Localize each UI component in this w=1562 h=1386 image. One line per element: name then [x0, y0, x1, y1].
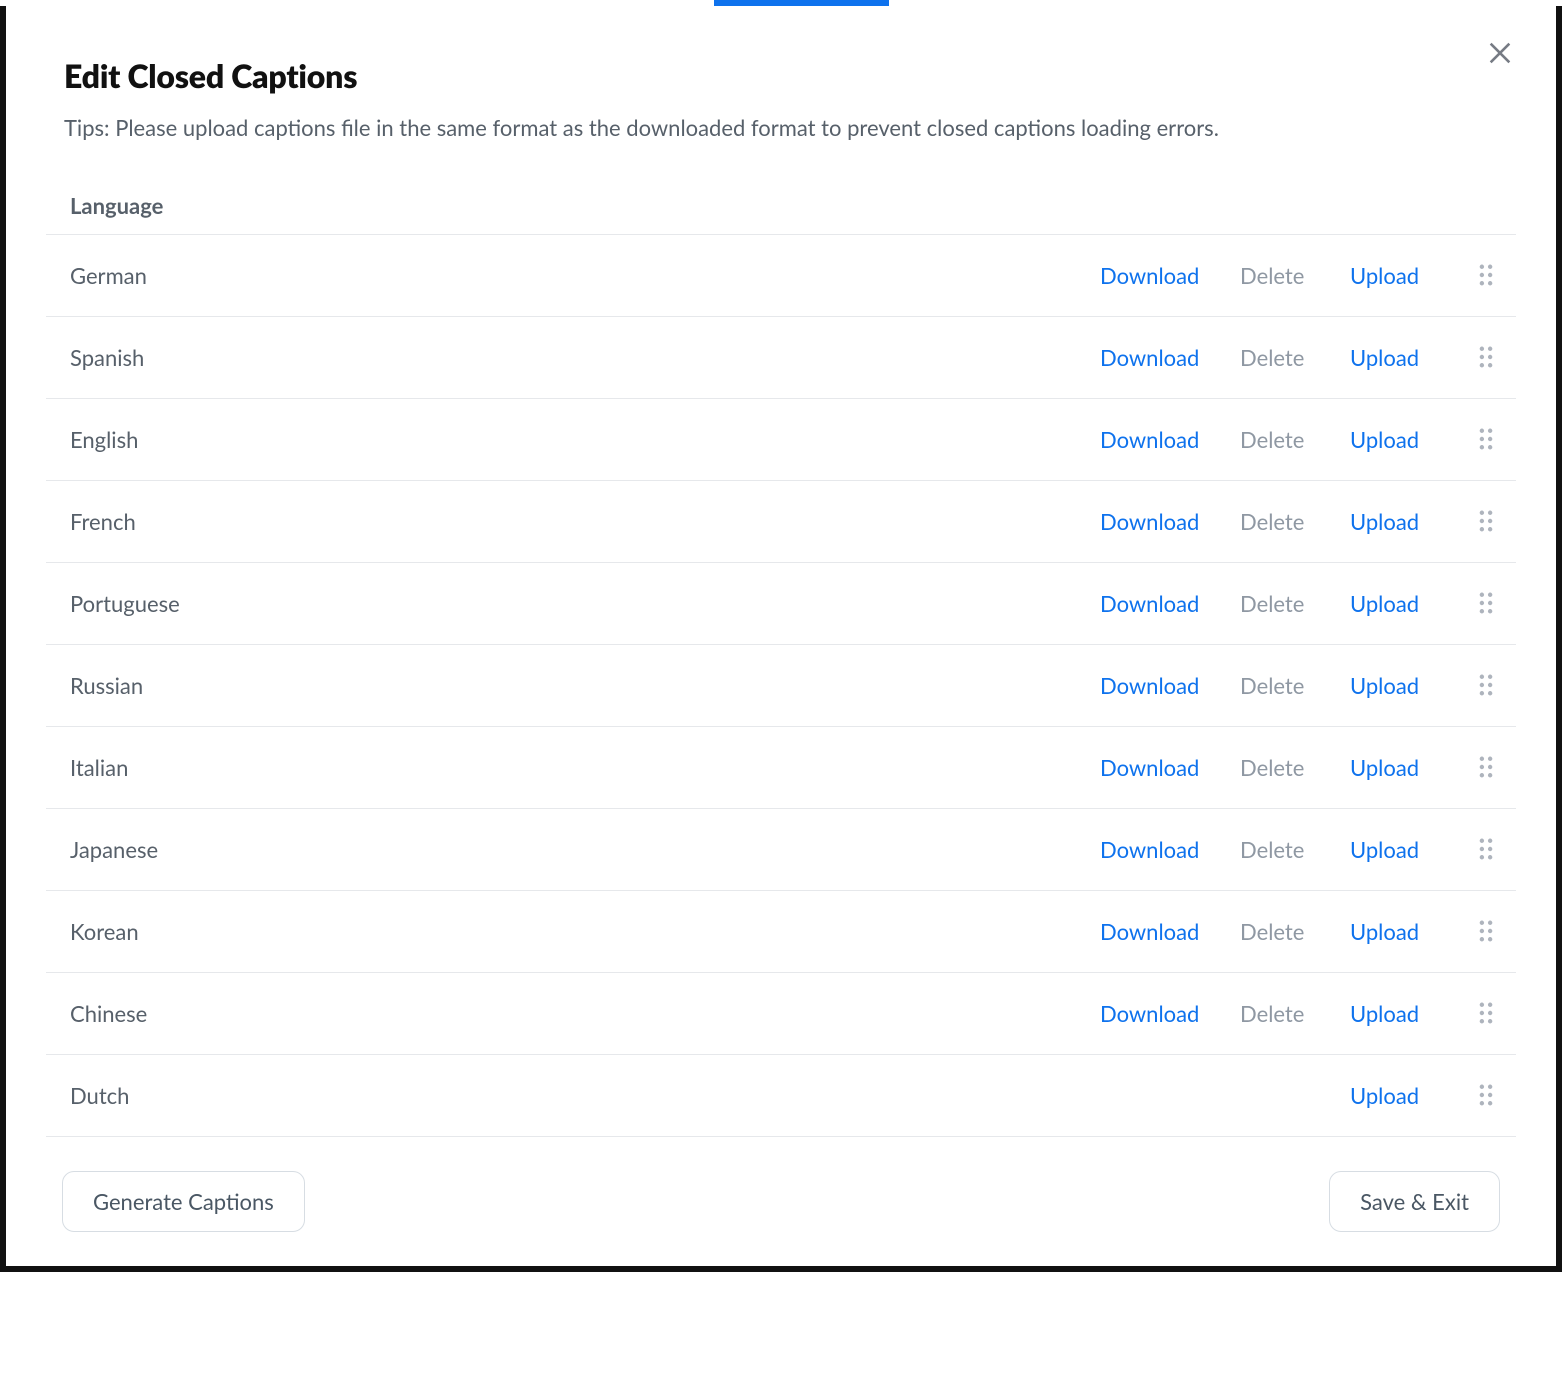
- upload-button[interactable]: Upload: [1350, 508, 1419, 535]
- delete-button: Delete: [1240, 262, 1304, 289]
- generate-captions-button[interactable]: Generate Captions: [62, 1171, 305, 1232]
- table-row-1: Spanish Download Delete Upload: [46, 317, 1516, 399]
- upload-button[interactable]: Upload: [1350, 1000, 1419, 1027]
- captions-table: Language German Download Delete Upload S…: [46, 177, 1516, 1137]
- close-icon: [1486, 39, 1514, 70]
- language-cell: Korean: [70, 918, 1100, 945]
- table-row-3: French Download Delete Upload: [46, 481, 1516, 563]
- row-actions: Download Delete Upload: [1100, 262, 1502, 289]
- drag-handle-icon[interactable]: [1479, 264, 1493, 286]
- delete-button: Delete: [1240, 508, 1304, 535]
- table-row-7: Japanese Download Delete Upload: [46, 809, 1516, 891]
- download-button[interactable]: Download: [1100, 1000, 1199, 1027]
- row-actions: Download Delete Upload: [1100, 836, 1502, 863]
- download-button[interactable]: Download: [1100, 508, 1199, 535]
- save-exit-button[interactable]: Save & Exit: [1329, 1171, 1500, 1232]
- upload-button[interactable]: Upload: [1350, 344, 1419, 371]
- drag-handle-icon[interactable]: [1479, 592, 1493, 614]
- drag-handle-icon[interactable]: [1479, 674, 1493, 696]
- upload-button[interactable]: Upload: [1350, 836, 1419, 863]
- row-actions: Upload: [1100, 1082, 1502, 1109]
- drag-handle-icon[interactable]: [1479, 510, 1493, 532]
- drag-handle-icon[interactable]: [1479, 920, 1493, 942]
- modal-inner: Edit Closed Captions Tips: Please upload…: [6, 6, 1556, 1266]
- language-cell: Russian: [70, 672, 1100, 699]
- close-button[interactable]: [1480, 34, 1520, 74]
- download-button[interactable]: Download: [1100, 426, 1199, 453]
- drag-handle-icon[interactable]: [1479, 1084, 1493, 1106]
- row-actions: Download Delete Upload: [1100, 754, 1502, 781]
- drag-handle-icon[interactable]: [1479, 346, 1493, 368]
- modal-title: Edit Closed Captions: [64, 56, 1516, 95]
- delete-button: Delete: [1240, 344, 1304, 371]
- drag-handle-icon[interactable]: [1479, 428, 1493, 450]
- table-row-5: Russian Download Delete Upload: [46, 645, 1516, 727]
- table-row-8: Korean Download Delete Upload: [46, 891, 1516, 973]
- table-header: Language: [46, 177, 1516, 235]
- modal: Edit Closed Captions Tips: Please upload…: [0, 6, 1562, 1272]
- drag-handle-icon[interactable]: [1479, 1002, 1493, 1024]
- language-cell: Japanese: [70, 836, 1100, 863]
- delete-button: Delete: [1240, 754, 1304, 781]
- upload-button[interactable]: Upload: [1350, 672, 1419, 699]
- upload-button[interactable]: Upload: [1350, 590, 1419, 617]
- delete-button: Delete: [1240, 426, 1304, 453]
- row-actions: Download Delete Upload: [1100, 508, 1502, 535]
- language-cell: French: [70, 508, 1100, 535]
- row-actions: Download Delete Upload: [1100, 426, 1502, 453]
- drag-handle-icon[interactable]: [1479, 756, 1493, 778]
- download-button[interactable]: Download: [1100, 262, 1199, 289]
- upload-button[interactable]: Upload: [1350, 754, 1419, 781]
- language-cell: Spanish: [70, 344, 1100, 371]
- language-cell: Italian: [70, 754, 1100, 781]
- row-actions: Download Delete Upload: [1100, 918, 1502, 945]
- modal-footer: Generate Captions Save & Exit: [46, 1137, 1516, 1236]
- delete-button: Delete: [1240, 836, 1304, 863]
- row-actions: Download Delete Upload: [1100, 590, 1502, 617]
- download-button[interactable]: Download: [1100, 672, 1199, 699]
- download-button[interactable]: Download: [1100, 590, 1199, 617]
- upload-button[interactable]: Upload: [1350, 262, 1419, 289]
- delete-button: Delete: [1240, 1000, 1304, 1027]
- delete-button: Delete: [1240, 590, 1304, 617]
- language-cell: Chinese: [70, 1000, 1100, 1027]
- column-header-language: Language: [70, 192, 1502, 219]
- row-actions: Download Delete Upload: [1100, 344, 1502, 371]
- upload-button[interactable]: Upload: [1350, 918, 1419, 945]
- delete-button: Delete: [1240, 918, 1304, 945]
- table-row-2: English Download Delete Upload: [46, 399, 1516, 481]
- download-button[interactable]: Download: [1100, 344, 1199, 371]
- table-row-4: Portuguese Download Delete Upload: [46, 563, 1516, 645]
- upload-button[interactable]: Upload: [1350, 426, 1419, 453]
- download-button[interactable]: Download: [1100, 918, 1199, 945]
- table-row-9: Chinese Download Delete Upload: [46, 973, 1516, 1055]
- row-actions: Download Delete Upload: [1100, 672, 1502, 699]
- table-row-0: German Download Delete Upload: [46, 235, 1516, 317]
- language-cell: Dutch: [70, 1082, 1100, 1109]
- delete-button: Delete: [1240, 672, 1304, 699]
- drag-handle-icon[interactable]: [1479, 838, 1493, 860]
- row-actions: Download Delete Upload: [1100, 1000, 1502, 1027]
- download-button[interactable]: Download: [1100, 754, 1199, 781]
- modal-tips: Tips: Please upload captions file in the…: [64, 113, 1516, 143]
- download-button[interactable]: Download: [1100, 836, 1199, 863]
- page: Edit Closed Captions Tips: Please upload…: [0, 0, 1562, 1332]
- table-row-6: Italian Download Delete Upload: [46, 727, 1516, 809]
- language-cell: English: [70, 426, 1100, 453]
- table-row-10: Dutch Upload: [46, 1055, 1516, 1137]
- language-cell: Portuguese: [70, 590, 1100, 617]
- language-cell: German: [70, 262, 1100, 289]
- upload-button[interactable]: Upload: [1350, 1082, 1419, 1109]
